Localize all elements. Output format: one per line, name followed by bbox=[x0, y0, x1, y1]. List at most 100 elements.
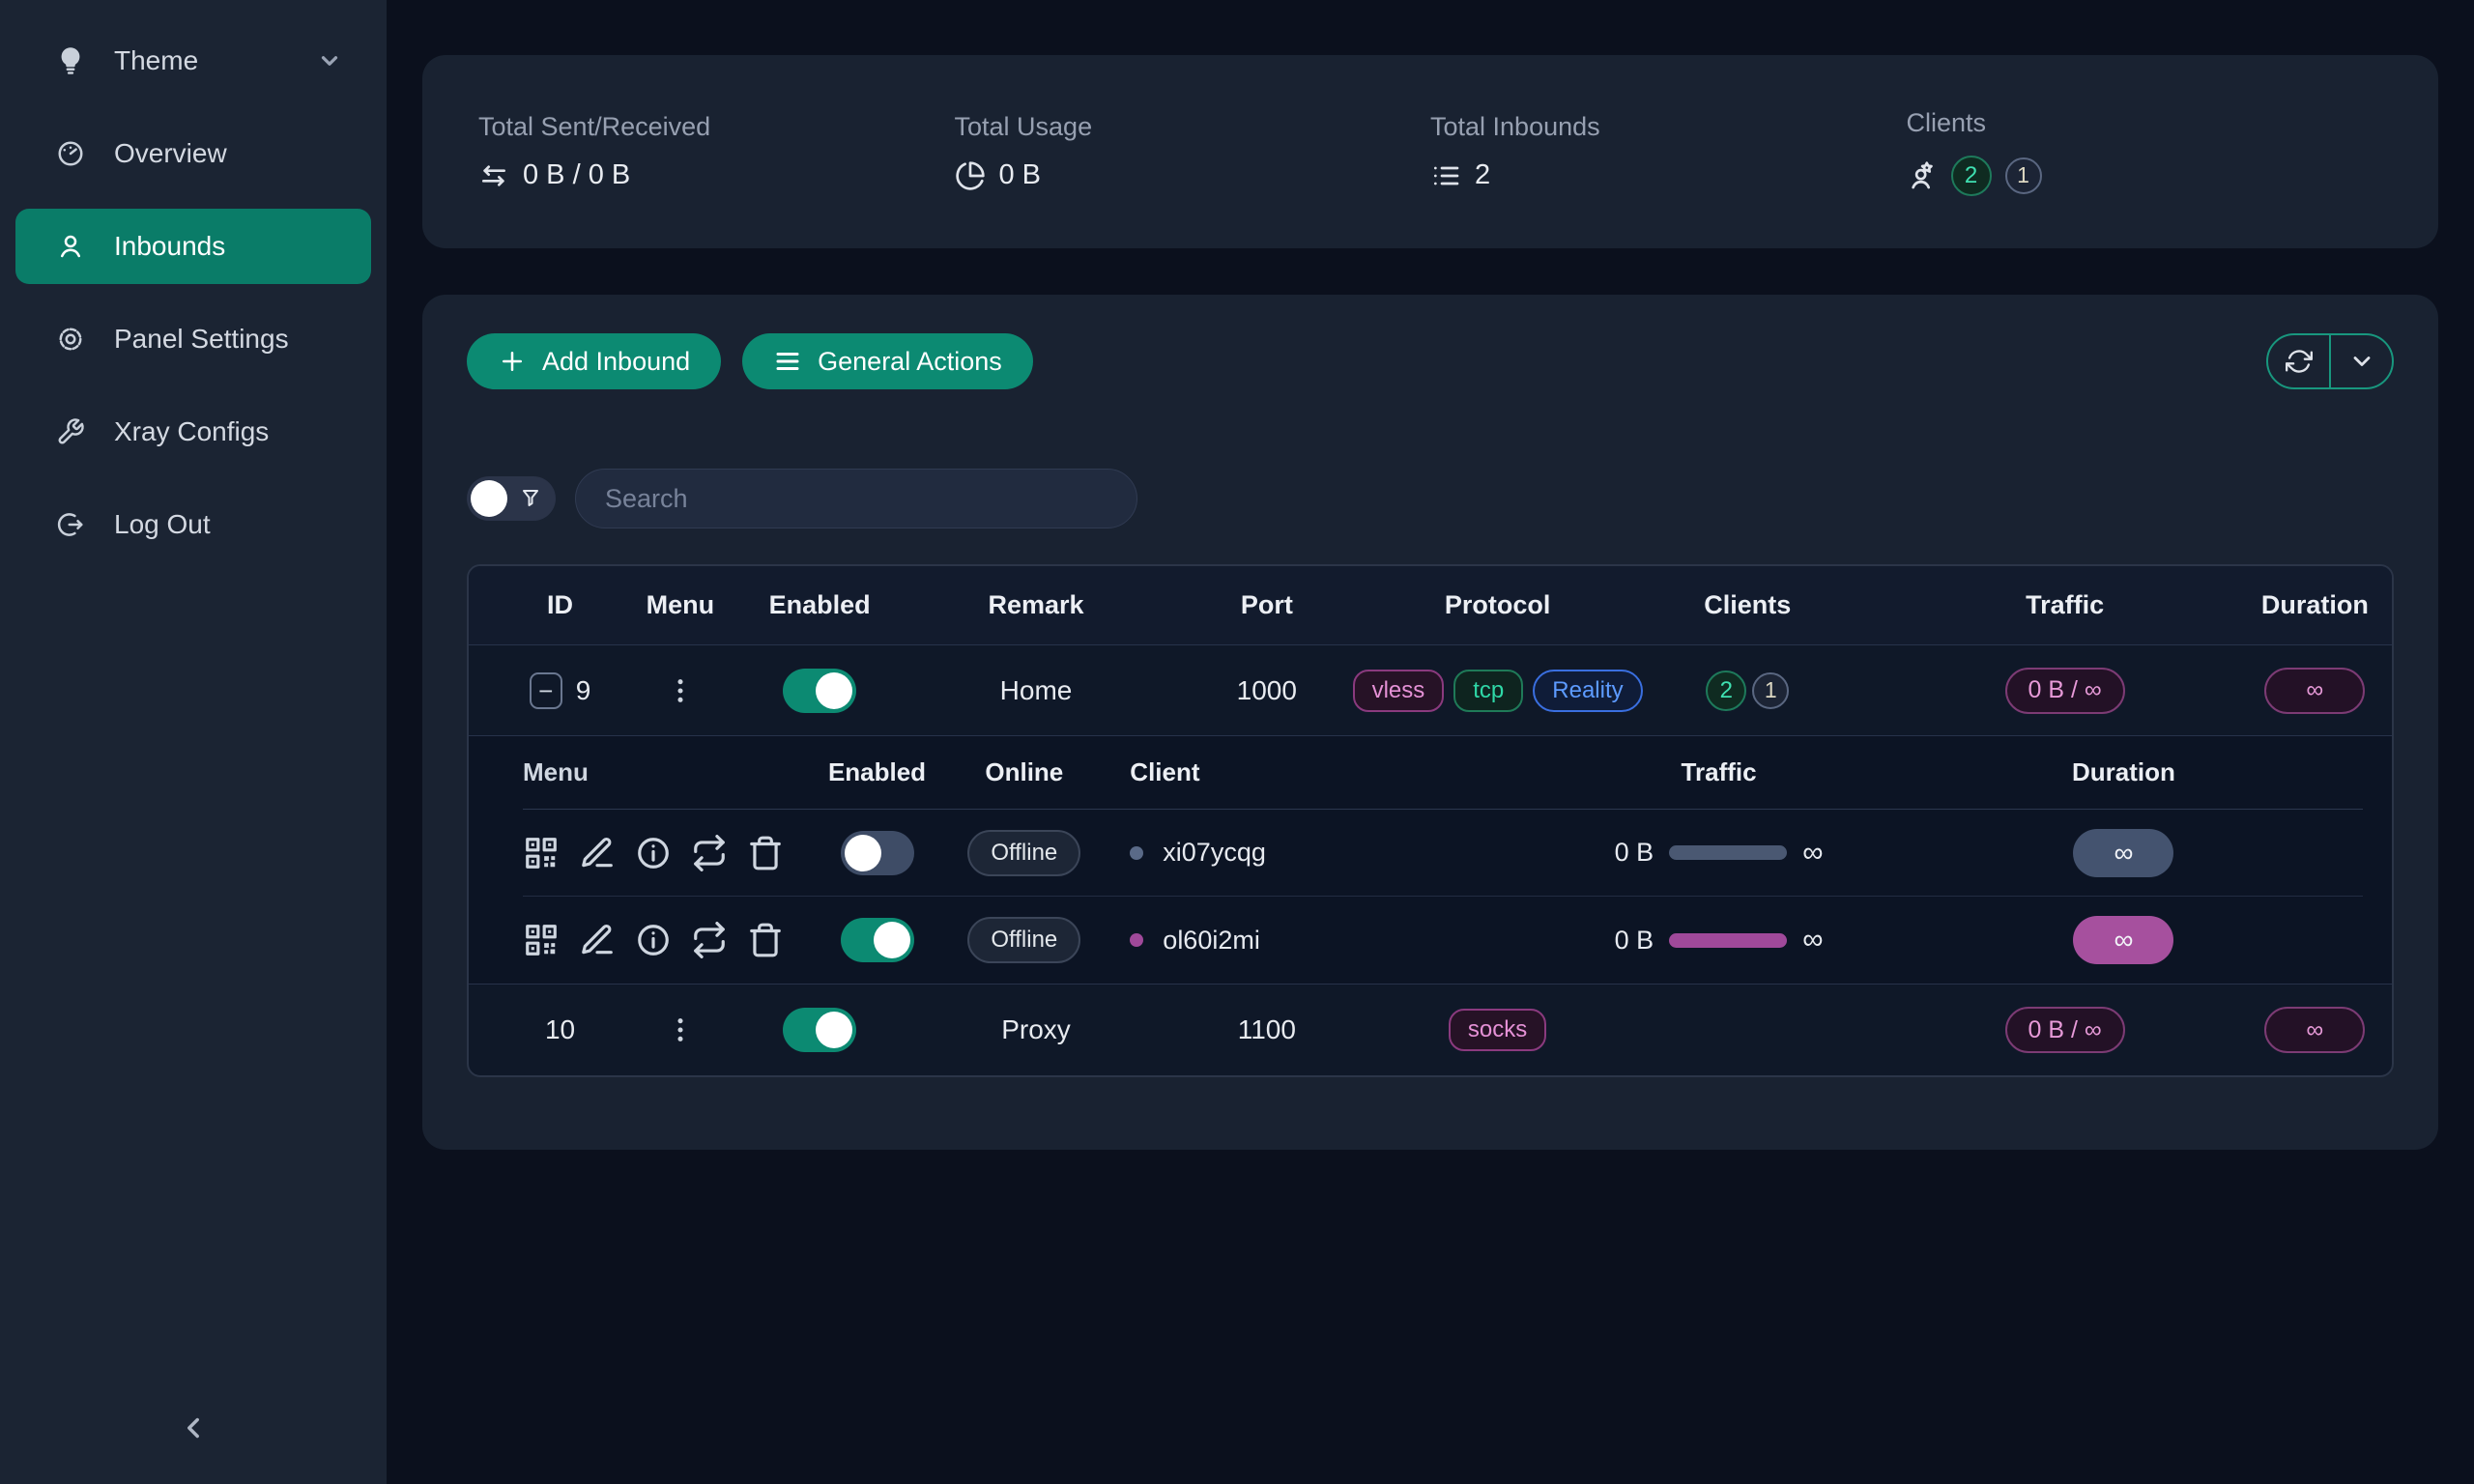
clients-count-badge: 1 bbox=[1752, 672, 1789, 709]
edit-icon[interactable] bbox=[579, 922, 616, 958]
column-header-port: Port bbox=[1141, 590, 1392, 620]
sidebar-item-label: Log Out bbox=[114, 509, 211, 540]
client-enabled-toggle[interactable] bbox=[841, 918, 914, 962]
client-color-dot bbox=[1130, 933, 1143, 947]
sidebar-item-label: Panel Settings bbox=[114, 324, 289, 355]
refresh-dropdown-button[interactable] bbox=[2329, 335, 2392, 387]
sidebar-item-inbounds[interactable]: Inbounds bbox=[15, 209, 371, 284]
column-header-protocol: Protocol bbox=[1392, 590, 1603, 620]
inbound-enabled-toggle[interactable] bbox=[783, 669, 856, 713]
stat-value: 2 bbox=[1475, 159, 1490, 191]
chevron-left-icon bbox=[177, 1412, 210, 1444]
reset-traffic-icon[interactable] bbox=[691, 835, 728, 871]
traffic-used: 0 B bbox=[1615, 926, 1654, 956]
chevron-down-icon bbox=[317, 48, 342, 73]
reset-traffic-icon[interactable] bbox=[691, 922, 728, 958]
sidebar-item-label: Inbounds bbox=[114, 231, 225, 262]
sidebar-item-logout[interactable]: Log Out bbox=[15, 487, 371, 562]
delete-icon[interactable] bbox=[747, 835, 784, 871]
online-status-badge: Offline bbox=[967, 830, 1080, 876]
traffic-badge: 0 B / ∞ bbox=[2005, 1007, 2125, 1053]
list-icon bbox=[1430, 160, 1461, 191]
client-row-ol60i2mi: Offline ol60i2mi 0 B ∞ ∞ bbox=[523, 897, 2363, 984]
swap-arrows-icon bbox=[478, 160, 509, 191]
stat-total-sent-received: Total Sent/Received 0 B / 0 B bbox=[478, 112, 955, 191]
clients-icon bbox=[1907, 160, 1938, 191]
inbound-id: 10 bbox=[545, 1014, 575, 1045]
inbounds-panel: Add Inbound General Actions I bbox=[422, 295, 2438, 1150]
refresh-icon bbox=[2286, 348, 2313, 375]
traffic-progress-bar bbox=[1669, 933, 1787, 948]
add-inbound-button[interactable]: Add Inbound bbox=[467, 333, 721, 389]
chevron-down-icon bbox=[2348, 348, 2375, 375]
collapse-row-button[interactable]: − bbox=[530, 672, 562, 709]
toggle-knob bbox=[471, 480, 507, 517]
stat-value: 0 B bbox=[999, 159, 1042, 191]
qr-code-icon[interactable] bbox=[523, 922, 560, 958]
column-header-menu: Menu bbox=[651, 590, 709, 620]
stat-clients: Clients 2 1 bbox=[1907, 108, 2383, 196]
online-status-badge: Offline bbox=[967, 917, 1080, 963]
search-input[interactable] bbox=[575, 469, 1137, 528]
subcolumn-header-client: Client bbox=[1093, 757, 1480, 787]
edit-icon[interactable] bbox=[579, 835, 616, 871]
duration-badge: ∞ bbox=[2073, 829, 2173, 877]
dashboard-icon bbox=[56, 139, 85, 168]
sidebar-item-xray-configs[interactable]: Xray Configs bbox=[15, 394, 371, 470]
refresh-button[interactable] bbox=[2268, 335, 2329, 387]
sidebar-item-theme[interactable]: Theme bbox=[15, 23, 371, 99]
stat-value: 0 B / 0 B bbox=[523, 159, 630, 191]
toggle-knob bbox=[816, 1012, 852, 1048]
info-icon[interactable] bbox=[635, 922, 672, 958]
add-inbound-label: Add Inbound bbox=[542, 347, 690, 377]
traffic-used: 0 B bbox=[1615, 838, 1654, 868]
client-row-xi07ycqg: Offline xi07ycqg 0 B ∞ ∞ bbox=[523, 810, 2363, 897]
wrench-icon bbox=[56, 417, 85, 446]
client-color-dot bbox=[1130, 846, 1143, 860]
inbound-port: 1100 bbox=[1141, 1014, 1392, 1045]
clients-count-badge: 2 bbox=[1706, 671, 1746, 711]
row-menu-button[interactable] bbox=[665, 675, 696, 706]
protocol-badge-socks: socks bbox=[1449, 1009, 1546, 1051]
traffic-progress-bar bbox=[1669, 845, 1787, 860]
subtable-header-row: Menu Enabled Online Client Traffic Durat… bbox=[523, 736, 2363, 810]
filter-funnel-icon bbox=[519, 487, 542, 510]
traffic-limit: ∞ bbox=[1802, 837, 1823, 870]
stat-total-inbounds: Total Inbounds 2 bbox=[1430, 112, 1907, 191]
protocol-badge-vless: vless bbox=[1353, 670, 1445, 712]
column-header-id: ID bbox=[469, 590, 651, 620]
toggle-knob bbox=[874, 922, 910, 958]
column-header-duration: Duration bbox=[2238, 590, 2392, 620]
toggle-knob bbox=[816, 672, 852, 709]
column-header-remark: Remark bbox=[931, 590, 1142, 620]
clients-online-badge: 2 bbox=[1951, 156, 1992, 196]
table-row-inbound-10: 10 Proxy 1100 socks 0 B / ∞ ∞ bbox=[469, 985, 2392, 1075]
stat-total-usage: Total Usage 0 B bbox=[955, 112, 1431, 191]
subcolumn-header-menu: Menu bbox=[523, 757, 799, 787]
filter-toggle[interactable] bbox=[467, 476, 556, 521]
duration-badge: ∞ bbox=[2264, 668, 2365, 714]
client-name: xi07ycqg bbox=[1163, 838, 1266, 868]
delete-icon[interactable] bbox=[747, 922, 784, 958]
traffic-badge: 0 B / ∞ bbox=[2005, 668, 2125, 714]
hamburger-icon bbox=[773, 347, 802, 376]
sidebar-item-panel-settings[interactable]: Panel Settings bbox=[15, 301, 371, 377]
clients-subtable: Menu Enabled Online Client Traffic Durat… bbox=[469, 736, 2392, 985]
general-actions-button[interactable]: General Actions bbox=[742, 333, 1033, 389]
sidebar-item-overview[interactable]: Overview bbox=[15, 116, 371, 191]
sidebar-item-label: Xray Configs bbox=[114, 416, 269, 447]
info-icon[interactable] bbox=[635, 835, 672, 871]
client-enabled-toggle[interactable] bbox=[841, 831, 914, 875]
inbound-enabled-toggle[interactable] bbox=[783, 1008, 856, 1052]
row-menu-button[interactable] bbox=[665, 1014, 696, 1045]
pie-chart-icon bbox=[955, 160, 986, 191]
inbound-remark: Proxy bbox=[931, 1014, 1142, 1045]
inbound-remark: Home bbox=[931, 675, 1142, 706]
inbounds-table: ID Menu Enabled Remark Port Protocol Cli… bbox=[467, 564, 2394, 1077]
duration-badge: ∞ bbox=[2264, 1007, 2365, 1053]
stat-label: Total Usage bbox=[955, 112, 1431, 142]
traffic-limit: ∞ bbox=[1802, 924, 1823, 956]
subcolumn-header-enabled: Enabled bbox=[799, 757, 956, 787]
qr-code-icon[interactable] bbox=[523, 835, 560, 871]
sidebar-collapse-button[interactable] bbox=[164, 1399, 222, 1457]
